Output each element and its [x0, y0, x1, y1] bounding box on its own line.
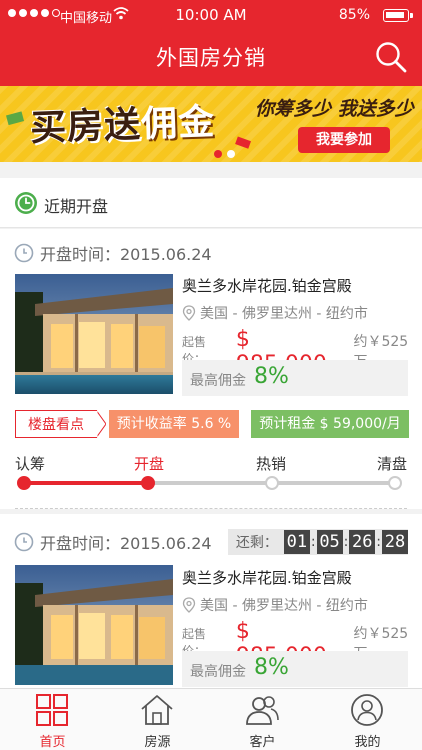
- banner-slogan: 你筹多少 我送多少: [255, 98, 414, 120]
- location-text: 美国 - 佛罗里达州 - 纽约市: [200, 306, 368, 322]
- yield-tag: 预计收益率 5.6 %: [109, 410, 239, 438]
- rent-tag: 预计租金 $ 59,000/月: [251, 410, 409, 438]
- join-button[interactable]: 我要参加: [298, 127, 390, 153]
- open-date: 开盘时间：2015.06.24: [40, 534, 212, 553]
- property-photo[interactable]: [15, 565, 173, 685]
- tab-label: 房源: [144, 735, 171, 750]
- banner-dot-active[interactable]: [214, 150, 222, 158]
- open-date-row: 开盘时间：2015.06.24: [14, 530, 212, 554]
- stage-subscribe: 认筹: [15, 455, 46, 473]
- open-date: 开盘时间：2015.06.24: [40, 245, 212, 264]
- section-title: 近期开盘: [44, 197, 109, 216]
- location-text: 美国 - 佛罗里达州 - 纽约市: [200, 598, 368, 614]
- commission-box: 最高佣金 8%: [182, 651, 408, 687]
- banner-headline-b: 佣金: [140, 101, 216, 146]
- countdown-seconds: 28: [382, 530, 408, 554]
- commission-value: 8%: [254, 364, 289, 389]
- status-bar: 中国移动 10:00 AM 85%: [0, 0, 422, 30]
- countdown-days: 01: [283, 530, 310, 554]
- commission-box: 最高佣金 8%: [182, 360, 408, 396]
- battery-icon: [383, 9, 413, 22]
- property-location: 美国 - 佛罗里达州 - 纽约市: [182, 303, 368, 323]
- clock-icon: [15, 192, 37, 214]
- countdown-timer: 还剩： 01 : 05 : 26 : 28: [227, 529, 408, 555]
- progress-fill: [23, 481, 148, 485]
- open-date-row: 开盘时间：2015.06.24: [14, 241, 212, 265]
- tab-label: 首页: [39, 735, 66, 750]
- sales-progress: 认筹 开盘 热销 清盘: [15, 453, 409, 503]
- section-header: 近期开盘: [0, 178, 422, 228]
- progress-node-3: [265, 476, 279, 490]
- tab-listings[interactable]: 房源: [105, 689, 210, 750]
- commission-value: 8%: [254, 655, 289, 680]
- property-photo-image: [15, 565, 173, 685]
- tag-arrow-icon: [96, 410, 106, 438]
- countdown-minutes: 26: [349, 530, 376, 554]
- house-icon: [141, 695, 173, 725]
- property-name[interactable]: 奥兰多水岸花园.铂金宫殿: [182, 275, 352, 296]
- tag-row: 楼盘看点 预计收益率 5.6 % 预计租金 $ 59,000/月: [15, 410, 409, 438]
- progress-node-4: [388, 476, 402, 490]
- tab-home[interactable]: 首页: [0, 689, 105, 750]
- bottom-tab-bar: 首页 房源 客户 我的: [0, 688, 422, 750]
- stage-clearance: 清盘: [377, 455, 408, 473]
- search-icon[interactable]: [374, 40, 408, 74]
- commission-label: 最高佣金: [190, 373, 246, 389]
- property-location: 美国 - 佛罗里达州 - 纽约市: [182, 595, 368, 615]
- location-pin-icon: [182, 305, 196, 321]
- tab-customers[interactable]: 客户: [210, 689, 315, 750]
- card-divider: [15, 508, 407, 509]
- clock-outline-icon: [14, 243, 34, 263]
- promo-banner[interactable]: 买房送佣金 你筹多少 我送多少 我要参加: [0, 86, 422, 162]
- commission-label: 最高佣金: [190, 664, 246, 680]
- customers-icon: [246, 696, 279, 725]
- battery-percentage: 85%: [338, 7, 370, 23]
- app-header: 中国移动 10:00 AM 85% 外国房分销: [0, 0, 422, 86]
- property-photo[interactable]: [15, 274, 173, 394]
- tab-label: 我的: [354, 735, 381, 750]
- tab-label: 客户: [249, 735, 276, 750]
- location-pin-icon: [182, 597, 196, 613]
- stage-hot-sale: 热销: [256, 455, 287, 473]
- banner-pagination[interactable]: [214, 150, 235, 158]
- tab-profile[interactable]: 我的: [315, 689, 420, 750]
- home-grid-icon: [36, 694, 68, 726]
- highlights-tag[interactable]: 楼盘看点: [15, 410, 97, 438]
- banknote-icon: [6, 111, 25, 126]
- listing-card[interactable]: 开盘时间：2015.06.24 还剩： 01 : 05 : 26 : 28 奥兰…: [0, 514, 422, 688]
- page-title: 外国房分销: [156, 46, 266, 70]
- banner-headline: 买房送佣金: [29, 93, 216, 151]
- countdown-hours: 05: [316, 530, 343, 554]
- listing-card[interactable]: 开盘时间：2015.06.24 奥兰多水岸花园.铂金宫殿 美国 - 佛罗里达州 …: [0, 229, 422, 509]
- countdown-label: 还剩：: [235, 535, 278, 551]
- banner-dot[interactable]: [227, 150, 235, 158]
- profile-icon: [351, 694, 383, 726]
- clock-outline-icon: [14, 532, 34, 552]
- property-name[interactable]: 奥兰多水岸花园.铂金宫殿: [182, 567, 352, 588]
- banner-headline-a: 买房送: [29, 104, 142, 150]
- banknote-icon: [235, 136, 252, 149]
- property-photo-image: [15, 274, 173, 394]
- stage-opening: 开盘: [134, 455, 165, 473]
- progress-node-1: [17, 476, 31, 490]
- progress-node-2: [141, 476, 155, 490]
